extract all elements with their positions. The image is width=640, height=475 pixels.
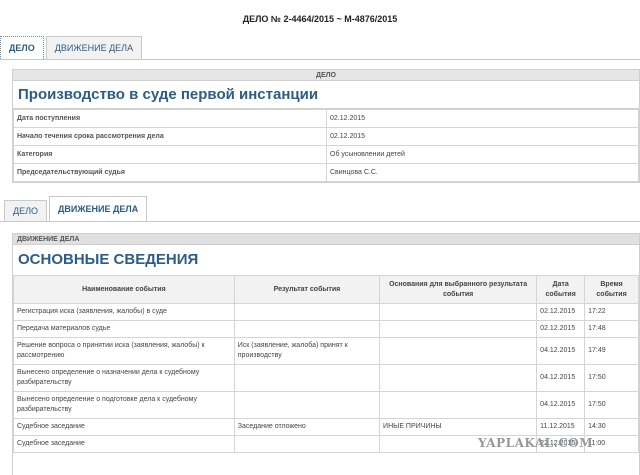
- table-row: Председательствующий судья Свинцова С.С.: [13, 163, 639, 182]
- events-table: Наименование события Результат события О…: [13, 275, 639, 453]
- table-row: Начало течения срока рассмотрения дела 0…: [13, 127, 639, 146]
- table-row: Решение вопроса о принятии иска (заявлен…: [13, 337, 639, 365]
- event-result: [233, 303, 381, 321]
- case-panel-title: Производство в суде первой инстанции: [13, 81, 639, 109]
- table-row: Вынесено определение о подготовке дела к…: [13, 391, 639, 419]
- event-result: [233, 364, 381, 392]
- tab-divider: [0, 59, 640, 60]
- event-result: [233, 435, 381, 453]
- event-name: Передача материалов судье: [13, 320, 235, 338]
- event-date: 02.12.2015: [536, 303, 586, 321]
- event-name: Судебное заседание: [13, 418, 235, 436]
- event-time: 17:48: [584, 320, 639, 338]
- event-date: 04.12.2015: [536, 337, 586, 365]
- event-time: 17:50: [584, 391, 639, 419]
- event-reason: [379, 303, 538, 321]
- event-reason: [379, 364, 538, 392]
- info-key: Председательствующий судья: [13, 163, 327, 182]
- column-header: Дата события: [536, 275, 586, 304]
- info-value: Свинцова С.С.: [326, 163, 639, 182]
- event-reason: [379, 337, 538, 365]
- table-header-row: Наименование события Результат события О…: [13, 275, 639, 304]
- event-result: [233, 320, 381, 338]
- column-header: Наименование события: [13, 275, 235, 304]
- info-key: Категория: [13, 145, 327, 164]
- table-row: Регистрация иска (заявления, жалобы) в с…: [13, 303, 639, 321]
- event-time: 17:49: [584, 337, 639, 365]
- column-header: Результат события: [233, 275, 381, 304]
- event-date: 04.12.2015: [536, 364, 586, 392]
- event-name: Решение вопроса о принятии иска (заявлен…: [13, 337, 235, 365]
- info-value: Об усыновлении детей: [326, 145, 639, 164]
- event-name: Вынесено определение о назначении дела к…: [13, 364, 235, 392]
- tab-case-movement[interactable]: ДВИЖЕНИЕ ДЕЛА: [49, 196, 148, 221]
- info-key: Дата поступления: [13, 109, 327, 128]
- event-reason: [379, 391, 538, 419]
- event-reason: [379, 320, 538, 338]
- info-value: 02.12.2015: [326, 127, 639, 146]
- event-name: Судебное заседание: [13, 435, 235, 453]
- column-header: Время события: [584, 275, 639, 304]
- info-key: Начало течения срока рассмотрения дела: [13, 127, 327, 146]
- event-date: 02.12.2015: [536, 320, 586, 338]
- tab-case[interactable]: ДЕЛО: [4, 200, 48, 221]
- watermark-logo: YAPLAKAL.COM: [478, 436, 594, 450]
- movement-tabs: ДЕЛО ДВИЖЕНИЕ ДЕЛА: [4, 196, 149, 221]
- event-time: 14:30: [584, 418, 639, 436]
- case-panel-heading: ДЕЛО: [13, 70, 639, 81]
- table-row: Судебное заседание Заседание отложено ИН…: [13, 418, 639, 436]
- event-name: Вынесено определение о подготовке дела к…: [13, 391, 235, 419]
- table-row: Передача материалов судье 02.12.2015 17:…: [13, 320, 639, 338]
- event-result: Иск (заявление, жалоба) принят к произво…: [233, 337, 381, 365]
- case-title: ДЕЛО № 2-4464/2015 ~ М-4876/2015: [242, 14, 398, 24]
- movement-panel-title: ОСНОВНЫЕ СВЕДЕНИЯ: [18, 251, 199, 268]
- case-tabs: ДЕЛО ДВИЖЕНИЕ ДЕЛА: [0, 36, 144, 59]
- event-reason: ИНЫЕ ПРИЧИНЫ: [379, 418, 538, 436]
- tab-case[interactable]: ДЕЛО: [0, 36, 44, 59]
- movement-panel-heading: ДВИЖЕНИЕ ДЕЛА: [13, 234, 639, 245]
- event-date: 04.12.2015: [536, 391, 586, 419]
- event-time: 17:50: [584, 364, 639, 392]
- table-row: Категория Об усыновлении детей: [13, 145, 639, 164]
- table-row: Дата поступления 02.12.2015: [13, 109, 639, 128]
- event-date: 11.12.2015: [536, 418, 586, 436]
- tab-divider: [0, 221, 640, 222]
- column-header: Основания для выбранного результата собы…: [379, 275, 538, 304]
- table-row: Вынесено определение о назначении дела к…: [13, 364, 639, 392]
- case-info-table: Дата поступления 02.12.2015 Начало течен…: [13, 109, 639, 182]
- event-result: [233, 391, 381, 419]
- info-value: 02.12.2015: [326, 109, 639, 128]
- case-panel: ДЕЛО Производство в суде первой инстанци…: [12, 69, 640, 183]
- tab-case-movement[interactable]: ДВИЖЕНИЕ ДЕЛА: [45, 36, 143, 59]
- event-result: Заседание отложено: [233, 418, 381, 436]
- event-name: Регистрация иска (заявления, жалобы) в с…: [13, 303, 235, 321]
- event-time: 17:22: [584, 303, 639, 321]
